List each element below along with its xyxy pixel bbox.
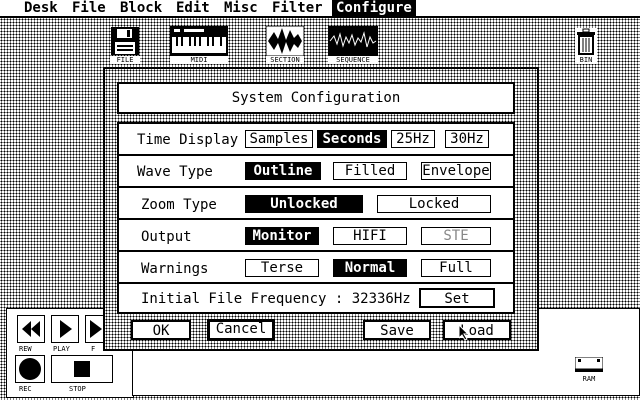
menu-desk[interactable]: Desk bbox=[20, 0, 62, 16]
bin-icon-label: BIN bbox=[575, 56, 597, 64]
wave-type-label: Wave Type bbox=[137, 164, 213, 180]
ok-button[interactable]: OK bbox=[131, 320, 191, 340]
play-label: PLAY bbox=[53, 345, 70, 353]
menu-file[interactable]: File bbox=[68, 0, 110, 16]
fast-forward-icon bbox=[90, 320, 102, 338]
record-label: REC bbox=[19, 385, 32, 393]
time-display-label: Time Display bbox=[137, 132, 239, 148]
sequence-icon-label: SEQUENCE bbox=[328, 56, 378, 64]
play-icon bbox=[60, 320, 72, 338]
sequence-icon[interactable]: SEQUENCE bbox=[328, 26, 378, 64]
stop-button[interactable] bbox=[51, 355, 113, 383]
stop-label: STOP bbox=[69, 385, 86, 393]
record-button[interactable] bbox=[15, 355, 45, 383]
warnings-row: Warnings Terse Normal Full bbox=[119, 252, 513, 284]
wave-type-row: Wave Type Outline Filled Envelope bbox=[119, 156, 513, 188]
midi-icon[interactable]: MIDI bbox=[170, 26, 228, 64]
output-label: Output bbox=[141, 229, 192, 245]
menu-configure[interactable]: Configure bbox=[332, 0, 416, 16]
output-ste-button: STE bbox=[421, 227, 491, 245]
warnings-full-button[interactable]: Full bbox=[421, 259, 491, 277]
keyboard-icon bbox=[170, 26, 228, 56]
rewind-label: REW bbox=[19, 345, 32, 353]
time-seconds-button[interactable]: Seconds bbox=[317, 130, 387, 148]
section-icon-label: SECTION bbox=[266, 56, 304, 64]
output-row: Output Monitor HIFI STE bbox=[119, 220, 513, 252]
dialog-title: System Configuration bbox=[117, 82, 515, 114]
file-icon[interactable]: FILE bbox=[110, 26, 140, 64]
cancel-button[interactable]: Cancel bbox=[207, 319, 275, 341]
menu-misc[interactable]: Misc bbox=[220, 0, 262, 16]
ram-icon-label: RAM bbox=[575, 375, 603, 383]
fast-forward-label: F bbox=[91, 345, 96, 353]
warnings-label: Warnings bbox=[141, 261, 209, 277]
menu-block[interactable]: Block bbox=[116, 0, 166, 16]
frequency-row: Initial File Frequency : 32336Hz Set bbox=[119, 284, 513, 314]
midi-icon-label: MIDI bbox=[170, 56, 228, 64]
save-button[interactable]: Save bbox=[363, 320, 431, 340]
floppy-disk-icon bbox=[111, 27, 139, 55]
wave-envelope-button[interactable]: Envelope bbox=[421, 162, 491, 180]
warnings-terse-button[interactable]: Terse bbox=[245, 259, 319, 277]
output-monitor-button[interactable]: Monitor bbox=[245, 227, 319, 245]
trash-bin-icon bbox=[575, 28, 597, 56]
time-30hz-button[interactable]: 30Hz bbox=[445, 130, 489, 148]
menu-edit[interactable]: Edit bbox=[172, 0, 214, 16]
record-icon bbox=[19, 358, 41, 380]
fast-forward-button[interactable] bbox=[85, 315, 105, 343]
ram-icon[interactable]: RAM bbox=[574, 356, 604, 383]
output-hifi-button[interactable]: HIFI bbox=[333, 227, 407, 245]
bin-icon[interactable]: BIN bbox=[575, 28, 597, 64]
warnings-normal-button[interactable]: Normal bbox=[333, 259, 407, 277]
zoom-type-label: Zoom Type bbox=[141, 197, 217, 213]
waveform-section-icon bbox=[265, 25, 305, 57]
set-frequency-button[interactable]: Set bbox=[419, 288, 495, 308]
file-icon-label: FILE bbox=[110, 56, 140, 64]
rewind-icon bbox=[22, 321, 40, 337]
menu-bar: Desk File Block Edit Misc Filter Configu… bbox=[0, 0, 640, 18]
initial-frequency-label: Initial File Frequency : 32336Hz bbox=[141, 291, 411, 307]
section-icon[interactable]: SECTION bbox=[265, 25, 305, 64]
ram-chip-icon bbox=[574, 356, 604, 372]
zoom-locked-button[interactable]: Locked bbox=[377, 195, 491, 213]
time-samples-button[interactable]: Samples bbox=[245, 130, 313, 148]
stop-icon bbox=[74, 361, 90, 377]
rewind-button[interactable] bbox=[17, 315, 45, 343]
configuration-panel: Time Display Samples Seconds 25Hz 30Hz W… bbox=[117, 122, 515, 314]
zoom-unlocked-button[interactable]: Unlocked bbox=[245, 195, 363, 213]
play-button[interactable] bbox=[51, 315, 79, 343]
menu-filter[interactable]: Filter bbox=[268, 0, 327, 16]
wave-outline-button[interactable]: Outline bbox=[245, 162, 321, 180]
time-display-row: Time Display Samples Seconds 25Hz 30Hz bbox=[119, 124, 513, 156]
load-button[interactable]: Load bbox=[443, 320, 511, 340]
mouse-pointer-icon bbox=[459, 325, 469, 341]
zoom-type-row: Zoom Type Unlocked Locked bbox=[119, 188, 513, 220]
wave-filled-button[interactable]: Filled bbox=[333, 162, 407, 180]
waveform-sequence-icon bbox=[328, 26, 378, 56]
time-25hz-button[interactable]: 25Hz bbox=[391, 130, 435, 148]
